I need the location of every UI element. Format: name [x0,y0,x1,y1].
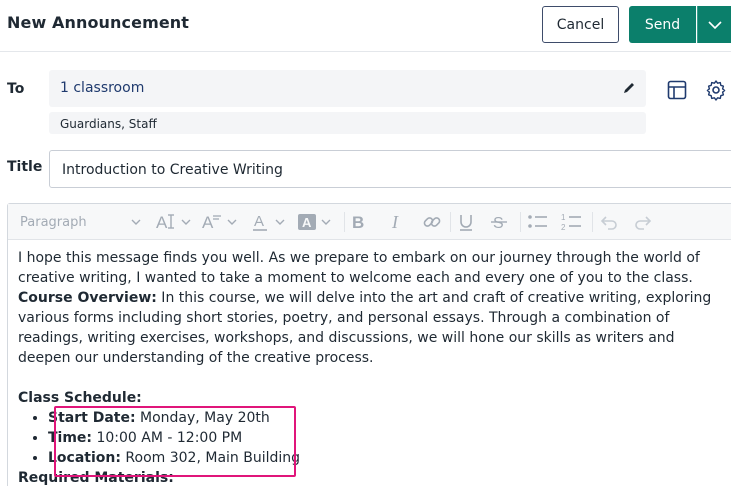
to-label: To [7,81,25,97]
numbered-list-button[interactable]: 1 2 [561,212,583,232]
link-icon [423,217,441,227]
send-button[interactable]: Send [629,6,696,43]
gear-icon[interactable] [705,79,727,101]
italic-button[interactable]: I [389,212,407,232]
highlight-annotation [54,406,296,477]
toolbar-divider [344,212,345,232]
pencil-icon[interactable] [622,81,636,95]
svg-text:2: 2 [561,223,566,232]
bold-button[interactable]: B [350,212,368,232]
formatting-toolbar: Paragraph A A A A B I S 1 2 [8,204,731,240]
intro-paragraph: I hope this message finds you well. As w… [18,250,700,286]
page-title: New Announcement [7,13,190,32]
font-size-icon: A [156,213,191,232]
svg-text:A: A [254,213,264,230]
send-options-button[interactable] [697,6,731,43]
overview-paragraph: Course Overview: In this course, we will… [18,288,730,368]
svg-text:A: A [302,215,312,230]
font-size-button[interactable]: A [156,212,196,232]
toolbar-divider [520,212,521,232]
header-bar: New Announcement Cancel Send [0,0,731,52]
toolbar-divider [592,212,593,232]
svg-text:A: A [202,213,214,232]
strikethrough-button[interactable]: S [490,212,508,232]
svg-text:B: B [352,213,364,232]
text-style-button[interactable]: A [202,212,242,232]
title-input[interactable]: Introduction to Creative Writing [49,150,731,188]
bullet-list-icon [528,215,547,228]
underline-icon [460,215,472,231]
text-color-icon: A [253,213,285,231]
template-icon[interactable] [666,79,688,101]
italic-icon: I [391,212,399,232]
recipient-groups: Guardians, Staff [49,112,646,134]
svg-text:A: A [156,213,168,232]
chevron-down-icon [707,20,722,29]
highlight-color-button[interactable]: A [298,212,342,232]
recipients-value: 1 classroom [60,80,145,96]
paragraph-style-label: Paragraph [20,214,87,230]
underline-button[interactable] [457,212,475,232]
overview-label: Course Overview: [18,290,157,306]
highlight-color-icon: A [298,214,331,230]
paragraph-style-select[interactable]: Paragraph [20,212,141,232]
svg-text:S: S [493,215,504,232]
chevron-down-icon [131,219,141,225]
bold-icon: B [352,213,364,232]
title-label: Title [7,159,43,175]
schedule-heading: Class Schedule: [18,390,142,406]
toolbar-divider [450,212,451,232]
redo-button[interactable] [633,212,653,232]
recipients-field[interactable]: 1 classroom [49,70,646,107]
text-color-button[interactable]: A [252,212,296,232]
numbered-list-icon: 1 2 [561,213,581,232]
bullet-list-button[interactable] [527,212,549,232]
redo-icon [635,216,652,230]
undo-icon [600,216,617,230]
cancel-button[interactable]: Cancel [542,6,619,43]
strikethrough-icon: S [491,215,507,232]
link-button[interactable] [422,212,442,232]
undo-button[interactable] [599,212,619,232]
svg-text:1: 1 [561,213,566,222]
svg-text:I: I [391,212,399,232]
text-style-icon: A [202,213,237,232]
